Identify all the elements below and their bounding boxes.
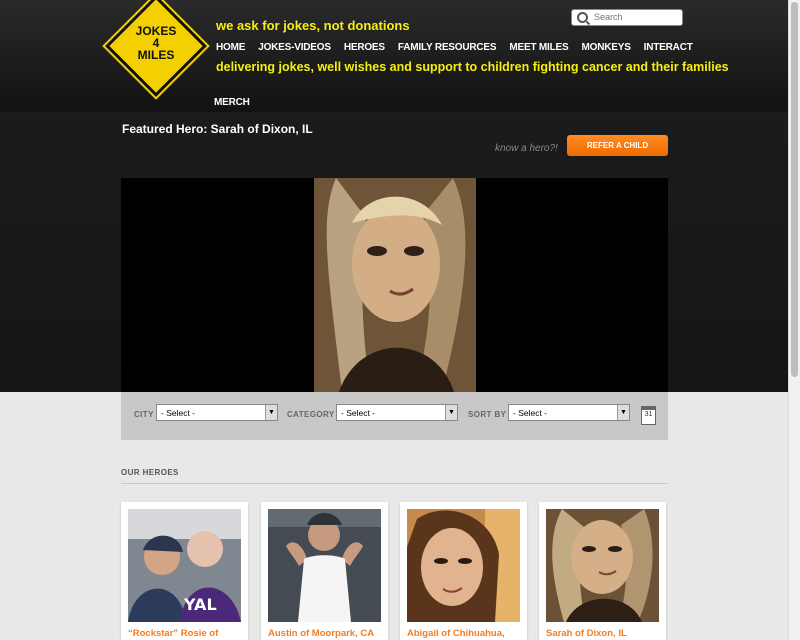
search-box[interactable] [571, 9, 683, 26]
mission-subline: delivering jokes, well wishes and suppor… [216, 60, 729, 74]
hero-card-abigail[interactable]: Abigail of Chihuahua, [400, 502, 527, 640]
nav-monkeys[interactable]: MONKEYS [582, 42, 631, 53]
nav-family-resources[interactable]: FAMILY RESOURCES [398, 42, 497, 53]
know-a-hero-text: know a hero?! [495, 143, 558, 154]
chevron-down-icon: ▼ [265, 405, 277, 420]
featured-hero-title: Featured Hero: Sarah of Dixon, IL [122, 122, 313, 136]
calendar-icon[interactable]: 31 [641, 406, 656, 425]
hero-caption-austin[interactable]: Austin of Moorpark, CA [268, 628, 381, 639]
hero-caption-abigail[interactable]: Abigail of Chihuahua, [407, 628, 520, 639]
hero-photo-austin [268, 509, 381, 622]
sort-by-select-value: - Select - [513, 408, 548, 418]
page-scrollbar[interactable] [788, 0, 800, 640]
our-heroes-heading: OUR HEROES [121, 468, 668, 484]
hero-card-austin[interactable]: Austin of Moorpark, CA [261, 502, 388, 640]
nav-meet-miles[interactable]: MEET MILES [509, 42, 568, 53]
search-icon [577, 12, 588, 23]
hero-caption-sarah[interactable]: Sarah of Dixon, IL [546, 628, 659, 639]
nav-heroes[interactable]: HEROES [344, 42, 385, 53]
nav-home[interactable]: HOME [216, 42, 245, 53]
chevron-down-icon: ▼ [617, 405, 629, 420]
search-input[interactable] [594, 11, 676, 23]
svg-text:YAL: YAL [183, 595, 217, 614]
category-label: CATEGORY [287, 410, 335, 419]
hero-caption-rosie[interactable]: “Rockstar” Rosie of [128, 628, 241, 639]
nav-merch[interactable]: MERCH [214, 97, 250, 108]
hero-photo-abigail [407, 509, 520, 622]
category-select-value: - Select - [341, 408, 376, 418]
hero-photo-rosie: YAL [128, 509, 241, 622]
featured-hero-photo [314, 178, 476, 392]
featured-photo-frame [121, 178, 668, 392]
category-select[interactable]: - Select - ▼ [336, 404, 458, 421]
nav-interact[interactable]: INTERACT [644, 42, 693, 53]
chevron-down-icon: ▼ [445, 405, 457, 420]
scrollbar-thumb[interactable] [791, 2, 798, 377]
city-label: CITY [134, 410, 154, 419]
refer-a-child-button[interactable]: REFER A CHILD [567, 135, 668, 156]
sort-by-label: SORT BY [468, 410, 507, 419]
sort-by-select[interactable]: - Select - ▼ [508, 404, 630, 421]
tagline: we ask for jokes, not donations [216, 18, 410, 33]
logo-text[interactable]: JOKES 4 MILES [113, 25, 199, 61]
main-navigation: HOME JOKES-VIDEOS HEROES FAMILY RESOURCE… [216, 42, 693, 53]
city-select[interactable]: - Select - ▼ [156, 404, 278, 421]
hero-card-sarah[interactable]: Sarah of Dixon, IL [539, 502, 666, 640]
hero-photo-sarah [546, 509, 659, 622]
city-select-value: - Select - [161, 408, 196, 418]
hero-filter-bar: CITY - Select - ▼ CATEGORY - Select - ▼ … [121, 392, 668, 440]
nav-jokes-videos[interactable]: JOKES-VIDEOS [258, 42, 331, 53]
hero-card-rosie[interactable]: YAL “Rockstar” Rosie of [121, 502, 248, 640]
